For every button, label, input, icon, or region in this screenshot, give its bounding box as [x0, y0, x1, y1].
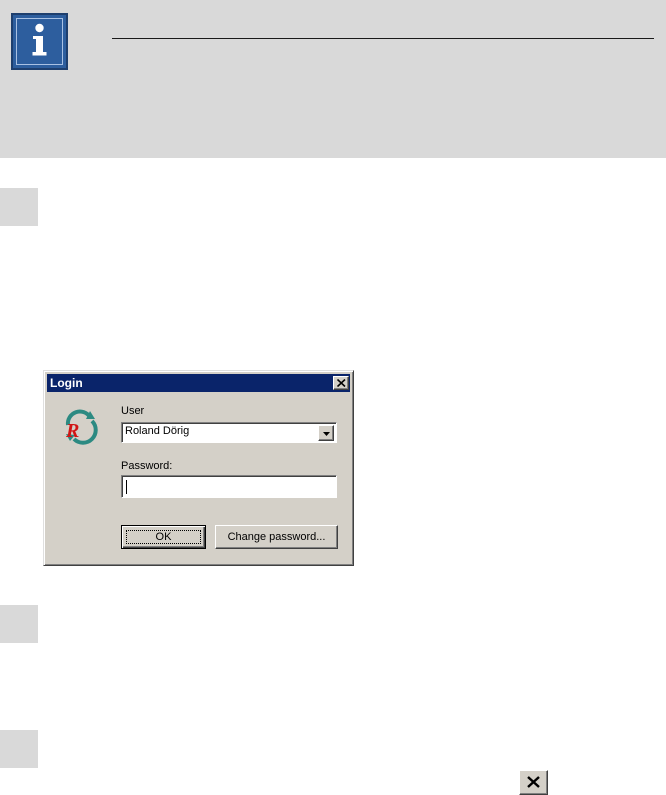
chevron-down-icon — [323, 432, 330, 436]
step-marker-3 — [0, 730, 38, 768]
dialog-title: Login — [50, 376, 83, 390]
change-password-label: Change password... — [227, 531, 326, 543]
change-password-button[interactable]: Change password... — [215, 525, 338, 549]
inline-close-button — [519, 770, 548, 795]
close-icon — [337, 379, 346, 387]
close-button[interactable] — [333, 376, 349, 390]
step-marker-2 — [0, 605, 38, 643]
user-dropdown-button[interactable] — [318, 425, 334, 441]
password-label: Password: — [121, 460, 173, 472]
step-marker-1 — [0, 188, 38, 226]
app-logo-icon: R — [60, 407, 100, 447]
dialog-titlebar: Login — [47, 374, 350, 392]
password-field[interactable] — [121, 475, 337, 498]
user-combobox-value: Roland Dörig — [125, 425, 190, 437]
text-caret — [126, 480, 127, 494]
info-banner — [0, 0, 666, 158]
user-label: User — [121, 405, 145, 417]
ok-button[interactable]: OK — [121, 525, 206, 549]
info-divider — [112, 38, 654, 39]
close-icon — [527, 776, 540, 788]
login-dialog: Login R User Roland Dörig Password: OK C… — [43, 370, 354, 566]
info-icon — [11, 13, 68, 70]
svg-text:R: R — [65, 420, 79, 442]
user-combobox[interactable]: Roland Dörig — [121, 422, 337, 443]
